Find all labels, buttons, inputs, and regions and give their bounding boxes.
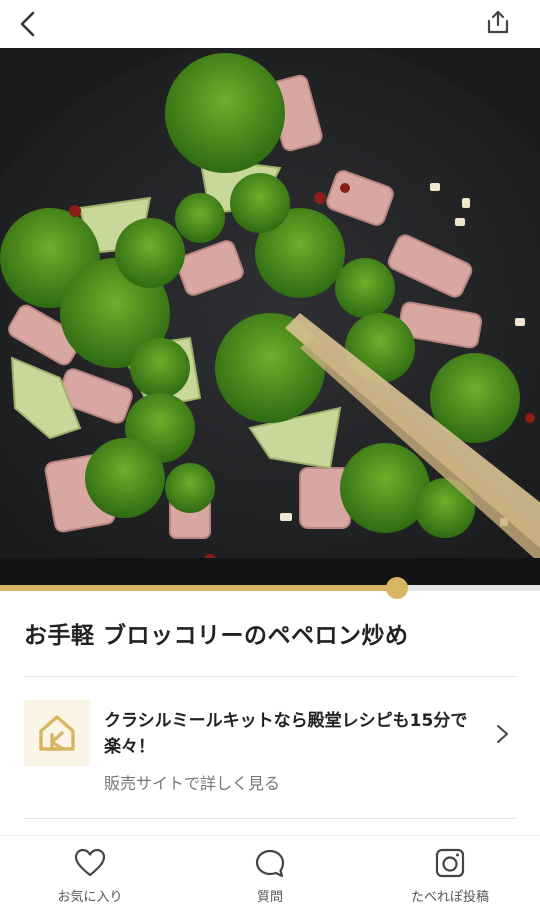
recipe-title: お手軽 ブロッコリーのペペロン炒め <box>24 623 409 649</box>
share-button[interactable] <box>478 2 518 42</box>
video-progress-bar[interactable] <box>0 577 540 599</box>
camera-icon <box>435 848 465 878</box>
nav-tabereppo-post[interactable]: たべれぽ投稿 <box>370 848 530 905</box>
nav-question[interactable]: 質問 <box>190 848 350 905</box>
meal-kit-promo[interactable]: クラシルミールキットなら殿堂レシピも15分で楽々！ 販売サイトで詳しく見る <box>24 690 516 800</box>
share-icon <box>487 10 509 34</box>
video-progress-handle[interactable] <box>385 577 408 599</box>
promo-link[interactable]: 販売サイトで詳しく見る <box>104 770 280 794</box>
chevron-left-icon <box>20 11 35 37</box>
video-progress-fill <box>0 585 397 591</box>
heart-icon <box>74 848 106 877</box>
back-button[interactable] <box>8 4 48 44</box>
recipe-video-frame <box>0 48 540 585</box>
promo-text: クラシルミールキットなら殿堂レシピも15分で楽々！ <box>104 711 468 757</box>
nav-favorite-label: お気に入り <box>57 890 123 905</box>
nav-tabereppo-post-label: たべれぽ投稿 <box>410 890 489 905</box>
kurashiru-house-logo <box>24 700 90 766</box>
nav-favorite[interactable]: お気に入り <box>10 848 170 905</box>
bottom-nav: お気に入り 質問 たべれぽ投稿 <box>0 835 540 915</box>
divider <box>24 818 516 819</box>
divider <box>24 676 516 677</box>
top-bar <box>0 0 540 48</box>
recipe-video[interactable] <box>0 48 540 585</box>
nav-question-label: 質問 <box>256 890 283 905</box>
speech-bubble-icon <box>255 849 285 878</box>
chevron-right-icon <box>497 725 508 743</box>
